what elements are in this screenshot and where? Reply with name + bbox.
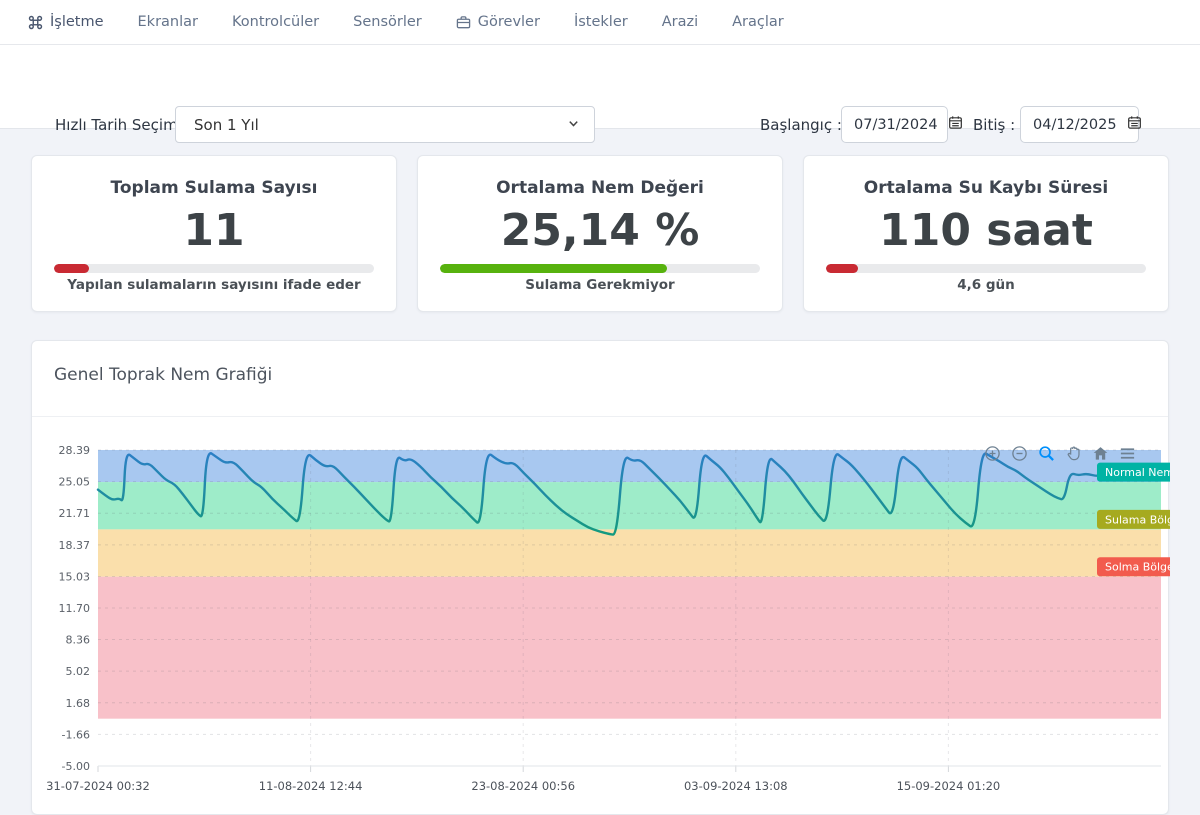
y-axis-tick-label: 15.03: [59, 570, 91, 583]
zoom-in-icon[interactable]: [983, 444, 1001, 462]
y-axis-tick-label: -1.66: [62, 728, 90, 741]
stat-cards-row: Toplam Sulama Sayısı 11 Yapılan sulamala…: [31, 155, 1169, 312]
stat-card-water-loss: Ortalama Su Kaybı Süresi 110 saat 4,6 gü…: [803, 155, 1169, 312]
y-axis-tick-label: 8.36: [66, 634, 91, 647]
chevron-down-icon: [567, 116, 580, 134]
progress-bar-fill: [54, 264, 89, 273]
nav-label: Araçlar: [732, 14, 784, 30]
nav-item-ekranlar[interactable]: Ekranlar: [138, 14, 198, 30]
end-date-label: Bitiş :: [973, 116, 1015, 134]
nav-label: Görevler: [478, 14, 540, 30]
quick-date-label: Hızlı Tarih Seçimi :: [55, 116, 192, 134]
y-axis-tick-label: 21.71: [59, 507, 91, 520]
x-axis-tick-label: 31-07-2024 00:32: [46, 779, 150, 793]
y-axis-tick-label: 28.39: [59, 444, 91, 457]
nav-label: İstekler: [574, 14, 628, 30]
nav-item-gorevler[interactable]: Görevler: [456, 14, 540, 30]
stat-subtitle: 4,6 gün: [957, 277, 1015, 293]
x-axis-tick-label: 23-08-2024 00:56: [471, 779, 575, 793]
x-axis-tick-label: 11-08-2024 12:44: [259, 779, 363, 793]
calendar-icon[interactable]: [1127, 115, 1142, 134]
stat-subtitle: Sulama Gerekmiyor: [525, 277, 674, 293]
nav-item-arazi[interactable]: Arazi: [662, 14, 698, 30]
zone-band: [98, 529, 1161, 576]
start-date-value: 07/31/2024: [854, 117, 938, 133]
soil-moisture-chart-card: Genel Toprak Nem Grafiği 28.39 25.05 21.71…: [31, 340, 1169, 815]
zone-annotation-label: Solma Bölgesi: [1105, 561, 1170, 574]
nav-item-kontrolculer[interactable]: Kontrolcüler: [232, 14, 319, 30]
end-date-value: 04/12/2025: [1033, 117, 1117, 133]
quick-date-selected-value: Son 1 Yıl: [194, 116, 259, 134]
soil-moisture-chart: 28.39 25.05 21.71 18.37 15.03 11.70 8.36 5.02 1.…: [32, 434, 1170, 806]
nav-item-isletme[interactable]: İşletme: [28, 14, 104, 30]
stat-title: Ortalama Su Kaybı Süresi: [864, 178, 1108, 198]
calendar-icon[interactable]: [948, 115, 963, 134]
stat-value: 11: [183, 201, 244, 260]
stat-subtitle: Yapılan sulamaların sayısını ifade eder: [67, 277, 360, 293]
x-axis-tick-label: 03-09-2024 13:08: [684, 779, 788, 793]
zone-annotation-label: Sulama Bölgesi: [1105, 513, 1170, 526]
zone-band: [98, 482, 1161, 529]
stat-title: Toplam Sulama Sayısı: [111, 178, 318, 198]
quick-date-select[interactable]: Son 1 Yıl: [175, 106, 595, 143]
stat-value: 110 saat: [879, 201, 1093, 260]
nav-label: İşletme: [50, 14, 104, 30]
progress-bar: [826, 264, 1146, 273]
zone-band: [98, 577, 1161, 719]
chart-toolbar: [983, 444, 1136, 462]
chart-title: Genel Toprak Nem Grafiği: [54, 365, 272, 385]
divider: [32, 416, 1168, 417]
stat-card-average-moisture: Ortalama Nem Değeri 25,14 % Sulama Gerek…: [417, 155, 783, 312]
progress-bar-fill: [826, 264, 858, 273]
top-navbar: İşletme Ekranlar Kontrolcüler Sensörler …: [0, 0, 1200, 45]
nav-item-araclar[interactable]: Araçlar: [732, 14, 784, 30]
stat-card-total-irrigation: Toplam Sulama Sayısı 11 Yapılan sulamala…: [31, 155, 397, 312]
stat-value: 25,14 %: [501, 201, 700, 260]
end-date-input[interactable]: 04/12/2025: [1020, 106, 1139, 143]
nav-item-sensorler[interactable]: Sensörler: [353, 14, 422, 30]
y-axis-tick-label: 1.68: [66, 697, 91, 710]
y-axis-tick-label: 25.05: [59, 476, 91, 489]
x-axis-tick-label: 15-09-2024 01:20: [897, 779, 1001, 793]
y-axis-tick-label: 11.70: [59, 602, 91, 615]
nav-label: Arazi: [662, 14, 698, 30]
menu-icon[interactable]: [1118, 444, 1136, 462]
home-icon[interactable]: [1091, 444, 1109, 462]
y-axis-tick-label: 5.02: [66, 665, 91, 678]
progress-bar: [440, 264, 760, 273]
nav-label: Ekranlar: [138, 14, 198, 30]
zoom-out-icon[interactable]: [1010, 444, 1028, 462]
briefcase-icon: [456, 15, 471, 30]
progress-bar-fill: [440, 264, 667, 273]
nav-label: Kontrolcüler: [232, 14, 319, 30]
nav-item-istekler[interactable]: İstekler: [574, 14, 628, 30]
y-axis-tick-label: -5.00: [62, 760, 90, 773]
command-icon: [28, 15, 43, 30]
start-date-label: Başlangıç :: [760, 116, 842, 134]
zone-annotation-label: Normal Nem: [1105, 466, 1170, 479]
stat-title: Ortalama Nem Değeri: [496, 178, 704, 198]
nav-label: Sensörler: [353, 14, 422, 30]
date-filter-bar: Hızlı Tarih Seçimi : Son 1 Yıl Başlangıç…: [0, 45, 1200, 129]
start-date-input[interactable]: 07/31/2024: [841, 106, 948, 143]
progress-bar: [54, 264, 374, 273]
selection-zoom-icon[interactable]: [1037, 444, 1055, 462]
pan-icon[interactable]: [1064, 444, 1082, 462]
y-axis-tick-label: 18.37: [59, 539, 91, 552]
